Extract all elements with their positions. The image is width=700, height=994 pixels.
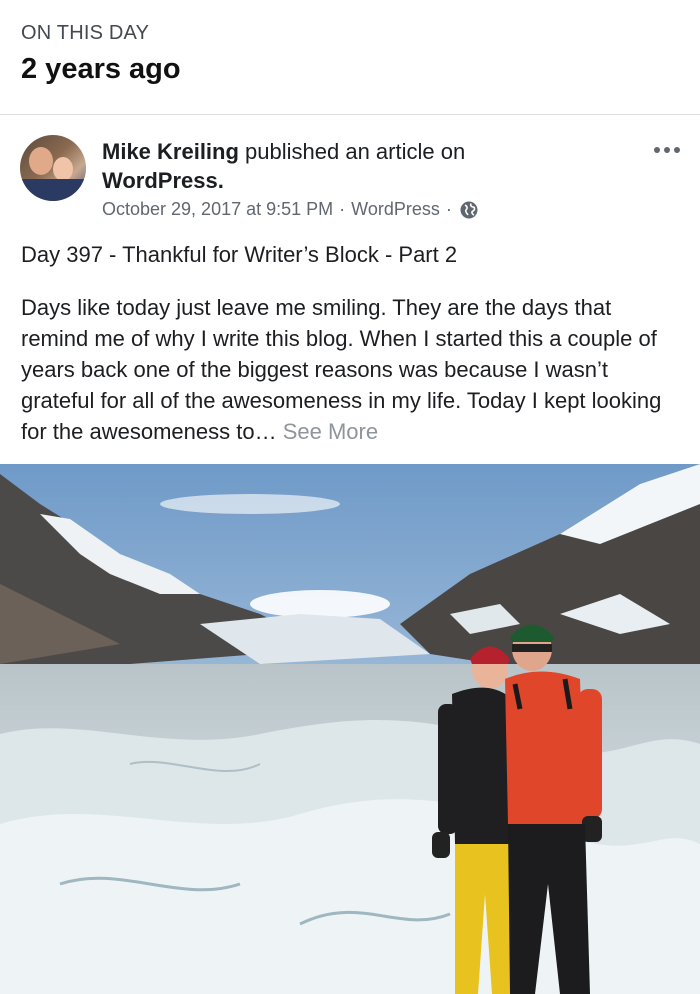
post-meta: October 29, 2017 at 9:51 PM · WordPress … (102, 199, 680, 220)
author-name[interactable]: Mike Kreiling (102, 139, 239, 164)
memory-headline: 2 years ago (21, 53, 181, 85)
app-name[interactable]: WordPress. (102, 168, 224, 193)
glacier-photo (0, 464, 700, 994)
post-action: published an article on (245, 139, 466, 164)
post-header: Mike Kreiling published an article on Wo… (0, 115, 700, 220)
more-options-icon[interactable] (654, 147, 680, 153)
memory-eyebrow: ON THIS DAY (21, 22, 150, 44)
see-more-link[interactable]: See More (283, 419, 378, 444)
memory-header: ON THIS DAY 2 years ago (0, 0, 700, 92)
avatar[interactable] (20, 135, 86, 201)
post-card: Mike Kreiling published an article on Wo… (0, 115, 700, 447)
post-body: Days like today just leave me smiling. T… (0, 268, 700, 447)
post-timestamp[interactable]: October 29, 2017 at 9:51 PM (102, 199, 333, 220)
author-line: Mike Kreiling published an article on Wo… (102, 137, 522, 195)
post-title[interactable]: Day 397 - Thankful for Writer’s Block - … (0, 220, 700, 268)
globe-icon (460, 201, 478, 218)
post-source: WordPress (351, 199, 440, 219)
post-photo[interactable] (0, 464, 700, 994)
